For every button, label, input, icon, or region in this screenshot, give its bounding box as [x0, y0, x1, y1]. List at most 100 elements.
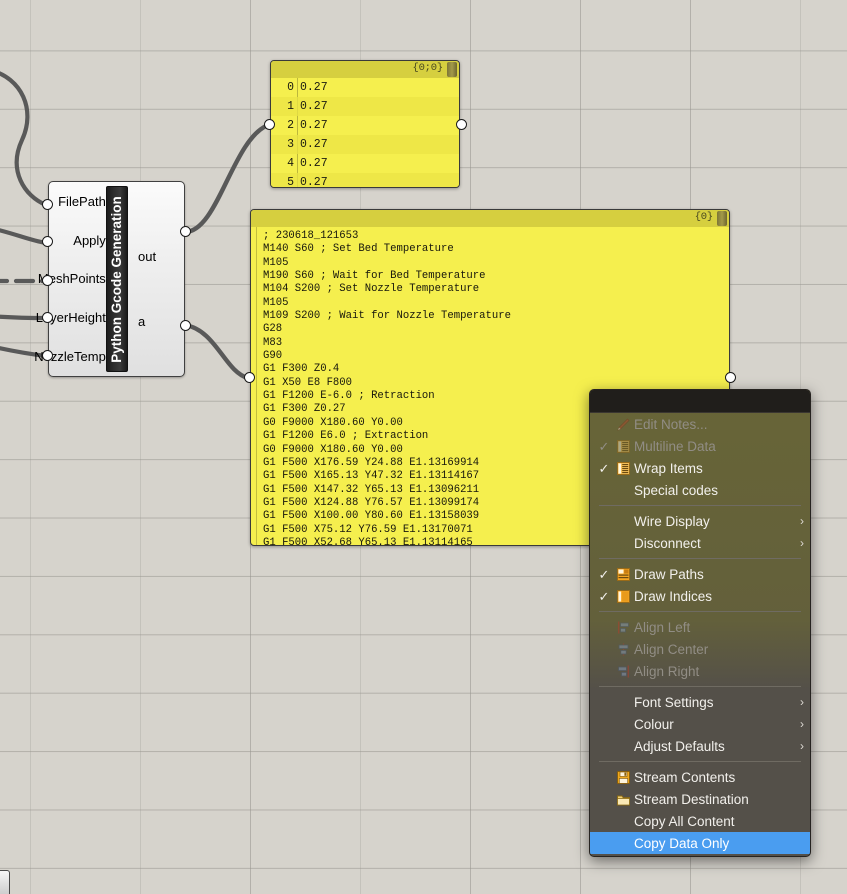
menu-item-adjust-defaults[interactable]: Adjust Defaults › [590, 735, 810, 757]
menu-item-wrap-items[interactable]: ✓ Wrap Items [590, 457, 810, 479]
port-output-out[interactable] [180, 226, 191, 237]
grasshopper-canvas[interactable]: FilePath Apply MeshPoints LayerHeight No… [0, 0, 847, 894]
chevron-right-icon: › [800, 536, 804, 550]
menu-item-label: Draw Paths [634, 566, 704, 582]
draw-paths-icon [612, 567, 634, 582]
menu-item-label: Multiline Data [634, 438, 716, 454]
list-item-value: 0.27 [300, 100, 328, 113]
menu-item-align-right: Align Right [590, 660, 810, 682]
port-gcode-panel-input[interactable] [244, 372, 255, 383]
list-item: 0 0.27 [271, 78, 459, 97]
menu-item-align-center: Align Center [590, 638, 810, 660]
chevron-right-icon: › [800, 514, 804, 528]
context-menu-header [590, 390, 810, 413]
menu-item-align-left: Align Left [590, 616, 810, 638]
list-item-index: 0 [287, 81, 294, 94]
menu-item-copy-data-only[interactable]: Copy Data Only [590, 832, 810, 854]
port-list-panel-output[interactable] [456, 119, 467, 130]
menu-item-special-codes[interactable]: Special codes [590, 479, 810, 501]
folder-icon [612, 792, 634, 807]
port-input-layerheight[interactable] [42, 312, 53, 323]
menu-item-multiline-data: ✓ Multiline Data [590, 435, 810, 457]
panel-body: 0 0.27 1 0.27 2 0.27 3 0.27 4 0.27 5 0.27 [271, 78, 459, 187]
menu-item-draw-paths[interactable]: ✓ Draw Paths [590, 563, 810, 585]
component-input-params: FilePath Apply MeshPoints LayerHeight No… [34, 182, 114, 376]
align-left-icon [612, 620, 634, 635]
python-gcode-generation-component[interactable]: FilePath Apply MeshPoints LayerHeight No… [34, 181, 185, 377]
layer-height-panel[interactable]: {0;0} 0 0.27 1 0.27 2 0.27 3 0.27 4 0.27 5 0.27 [270, 60, 460, 188]
floppy-disk-icon [612, 770, 634, 785]
gcode-panel-header[interactable]: {0} [251, 210, 729, 227]
output-param-a[interactable]: a [138, 315, 145, 328]
menu-item-label: Align Right [634, 663, 700, 679]
list-item-index: 5 [287, 176, 294, 187]
port-input-filepath[interactable] [42, 199, 53, 210]
list-item: 1 0.27 [271, 97, 459, 116]
menu-separator [599, 611, 801, 612]
chevron-right-icon: › [800, 717, 804, 731]
menu-item-label: Edit Notes... [634, 416, 708, 432]
menu-item-stream-contents[interactable]: Stream Contents [590, 766, 810, 788]
menu-item-label: Stream Destination [634, 791, 749, 807]
list-item: 4 0.27 [271, 154, 459, 173]
port-input-apply[interactable] [42, 236, 53, 247]
menu-item-label: Special codes [634, 482, 719, 498]
multiline-data-icon [612, 439, 634, 454]
menu-item-label: Wrap Items [634, 460, 703, 476]
list-item: 3 0.27 [271, 135, 459, 154]
panel-context-menu[interactable]: Edit Notes... ✓ Multiline Data ✓ Wrap Items S… [589, 389, 811, 857]
menu-item-label: Align Left [634, 619, 691, 635]
menu-item-disconnect[interactable]: Disconnect › [590, 532, 810, 554]
list-item-index: 1 [287, 100, 294, 113]
menu-item-label: Copy All Content [634, 813, 735, 829]
check-mark-icon: ✓ [598, 588, 610, 604]
draw-indices-icon [612, 589, 634, 604]
menu-item-copy-all-content[interactable]: Copy All Content [590, 810, 810, 832]
component-nickname-label: Python Gcode Generation [109, 195, 124, 363]
menu-item-label: Disconnect [634, 535, 701, 551]
menu-item-label: Stream Contents [634, 769, 736, 785]
port-gcode-panel-output[interactable] [725, 372, 736, 383]
component-nickname-bar[interactable]: Python Gcode Generation [105, 186, 128, 372]
menu-item-stream-destination[interactable]: Stream Destination [590, 788, 810, 810]
gcode-panel-path-label: {0} [694, 211, 714, 223]
panel-path-label: {0;0} [412, 62, 443, 74]
notes-pencil-icon [612, 417, 634, 432]
menu-item-label: Font Settings [634, 694, 714, 710]
check-mark-icon: ✓ [598, 566, 610, 582]
list-item-index: 3 [287, 138, 294, 151]
port-output-a[interactable] [180, 320, 191, 331]
menu-item-colour[interactable]: Colour › [590, 713, 810, 735]
offscreen-component-edge[interactable] [0, 870, 10, 894]
output-param-out[interactable]: out [138, 250, 156, 263]
input-param-filepath[interactable]: FilePath [58, 195, 106, 208]
list-item-value: 0.27 [300, 119, 328, 132]
context-menu-items: Edit Notes... ✓ Multiline Data ✓ Wrap Items S… [590, 413, 810, 854]
check-mark-icon: ✓ [598, 438, 610, 454]
menu-item-label: Colour [634, 716, 674, 732]
list-item: 2 0.27 [271, 116, 459, 135]
panel-list-rows: 0 0.27 1 0.27 2 0.27 3 0.27 4 0.27 5 0.27 [271, 78, 459, 187]
menu-item-draw-indices[interactable]: ✓ Draw Indices [590, 585, 810, 607]
menu-item-font-settings[interactable]: Font Settings › [590, 691, 810, 713]
align-center-icon [612, 642, 634, 657]
align-right-icon [612, 664, 634, 679]
port-list-panel-input[interactable] [264, 119, 275, 130]
list-item-value: 0.27 [300, 81, 328, 94]
panel-header[interactable]: {0;0} [271, 61, 459, 78]
input-param-apply[interactable]: Apply [73, 234, 106, 247]
menu-item-label: Wire Display [634, 513, 710, 529]
menu-separator [599, 686, 801, 687]
list-item-value: 0.27 [300, 157, 328, 170]
port-input-meshpoints[interactable] [42, 275, 53, 286]
menu-item-wire-display[interactable]: Wire Display › [590, 510, 810, 532]
chevron-right-icon: › [800, 739, 804, 753]
gcode-panel-grip-handle[interactable] [717, 211, 727, 226]
list-item-value: 0.27 [300, 176, 328, 187]
menu-item-label: Adjust Defaults [634, 738, 725, 754]
check-mark-icon: ✓ [598, 460, 610, 476]
port-input-nozzletemp[interactable] [42, 350, 53, 361]
menu-item-label: Draw Indices [634, 588, 713, 604]
panel-grip-handle[interactable] [447, 62, 457, 77]
list-item: 5 0.27 [271, 173, 459, 187]
